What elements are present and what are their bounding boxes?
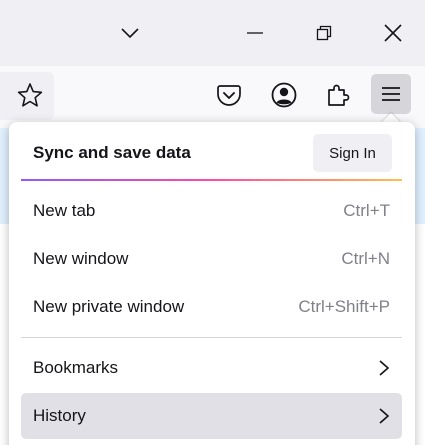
star-icon (17, 83, 43, 107)
menu-item-label: New window (33, 249, 129, 268)
nav-toolbar (0, 66, 425, 128)
pocket-button[interactable] (209, 75, 249, 115)
hamburger-menu-icon (382, 87, 400, 101)
sync-title: Sync and save data (33, 143, 191, 162)
minimize-button[interactable] (235, 13, 275, 53)
menu-item-label: New private window (33, 297, 185, 316)
extensions-icon (328, 84, 350, 106)
title-bar (0, 0, 425, 66)
sign-in-button[interactable]: Sign In (313, 134, 392, 172)
list-all-tabs-button[interactable] (110, 13, 150, 53)
menu-item-shortcut: Ctrl+N (341, 249, 390, 268)
chevron-down-icon (121, 28, 139, 39)
open-application-menu-button[interactable] (371, 74, 411, 114)
sync-section: Sync and save data Sign In (20, 129, 404, 177)
close-window-button[interactable] (373, 13, 413, 53)
menu-item-new-window[interactable]: New window Ctrl+N (21, 236, 402, 282)
close-icon (384, 24, 402, 42)
menu-item-history[interactable]: History (21, 393, 402, 439)
menu-item-label: Bookmarks (33, 358, 119, 377)
account-button[interactable] (264, 75, 304, 115)
menu-item-label: History (33, 406, 86, 425)
extensions-button[interactable] (318, 75, 358, 115)
sync-divider (21, 179, 402, 181)
restore-button[interactable] (304, 13, 344, 53)
bookmark-page-button[interactable] (10, 75, 50, 115)
menu-item-label: New tab (33, 201, 96, 220)
menu-separator (21, 337, 402, 338)
minimize-icon (247, 32, 263, 34)
menu-item-shortcut: Ctrl+Shift+P (298, 297, 390, 316)
chevron-right-icon (378, 359, 390, 377)
chevron-right-icon (378, 407, 390, 425)
restore-icon (316, 25, 332, 41)
menu-item-shortcut: Ctrl+T (343, 201, 390, 220)
account-icon (271, 82, 297, 108)
menu-item-new-private-window[interactable]: New private window Ctrl+Shift+P (21, 284, 402, 330)
menu-item-bookmarks[interactable]: Bookmarks (21, 345, 402, 391)
pocket-icon (217, 85, 241, 106)
menu-item-new-tab[interactable]: New tab Ctrl+T (21, 188, 402, 234)
